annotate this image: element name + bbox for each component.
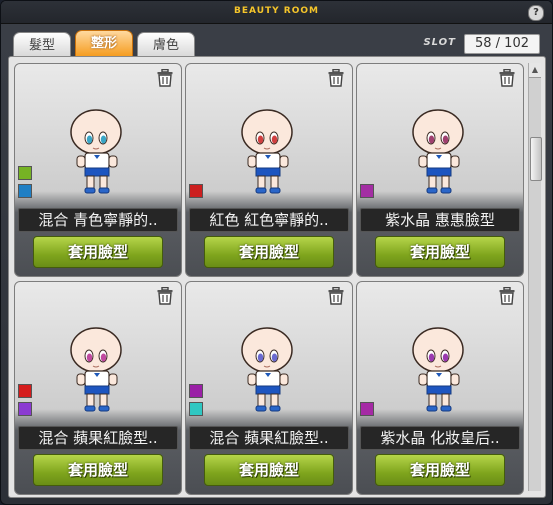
character-preview [412, 109, 464, 194]
color-swatch [189, 402, 203, 416]
color-swatch [18, 184, 32, 198]
face-name-label: 紫水晶 惠惠臉型 [360, 208, 520, 232]
window-title: BEAUTY ROOM [234, 6, 319, 16]
color-swatch [18, 384, 32, 398]
color-swatch [18, 402, 32, 416]
face-name-label: 混合 青色寧靜的.. [18, 208, 178, 232]
scroll-up-arrow[interactable]: ▲ [529, 63, 541, 78]
apply-face-button[interactable]: 套用臉型 [204, 454, 334, 486]
face-name-label: 混合 蘋果紅臉型.. [189, 426, 349, 450]
color-swatch [360, 184, 374, 198]
apply-face-button[interactable]: 套用臉型 [33, 236, 163, 268]
color-swatch [18, 166, 32, 180]
beauty-room-window: BEAUTY ROOM ? 髮型 整形 膚色 SLOT 58 / 102 混合 … [0, 0, 553, 505]
trash-icon[interactable] [157, 287, 173, 305]
apply-face-button[interactable]: 套用臉型 [375, 454, 505, 486]
character-preview [70, 109, 122, 194]
tab-hair[interactable]: 髮型 [13, 32, 71, 57]
character-preview [70, 327, 122, 412]
scroll-thumb[interactable] [530, 137, 542, 181]
face-card[interactable]: 混合 青色寧靜的.. 套用臉型 [14, 63, 182, 277]
apply-face-button[interactable]: 套用臉型 [375, 236, 505, 268]
slot-value: 58 / 102 [464, 34, 540, 54]
face-name-label: 混合 蘋果紅臉型.. [18, 426, 178, 450]
trash-icon[interactable] [328, 287, 344, 305]
face-card[interactable]: 紅色 紅色寧靜的.. 套用臉型 [185, 63, 353, 277]
trash-icon[interactable] [499, 287, 515, 305]
scrollbar[interactable]: ▲ [528, 63, 542, 491]
color-swatch [360, 402, 374, 416]
tab-skin[interactable]: 膚色 [137, 32, 195, 57]
tab-face[interactable]: 整形 [75, 30, 133, 57]
face-card[interactable]: 紫水晶 惠惠臉型套用臉型 [356, 63, 524, 277]
slot-label: SLOT [423, 37, 456, 48]
character-preview [241, 327, 293, 412]
face-card[interactable]: 混合 蘋果紅臉型.. 套用臉型 [14, 281, 182, 495]
color-swatch [189, 184, 203, 198]
character-preview [412, 327, 464, 412]
face-name-label: 紫水晶 化妝皇后.. [360, 426, 520, 450]
color-swatch [189, 384, 203, 398]
face-card[interactable]: 混合 蘋果紅臉型.. 套用臉型 [185, 281, 353, 495]
face-card[interactable]: 紫水晶 化妝皇后.. 套用臉型 [356, 281, 524, 495]
help-button[interactable]: ? [528, 5, 544, 21]
apply-face-button[interactable]: 套用臉型 [204, 236, 334, 268]
title-bar[interactable]: BEAUTY ROOM ? [1, 1, 552, 24]
apply-face-button[interactable]: 套用臉型 [33, 454, 163, 486]
trash-icon[interactable] [157, 69, 173, 87]
trash-icon[interactable] [499, 69, 515, 87]
character-preview [241, 109, 293, 194]
face-name-label: 紅色 紅色寧靜的.. [189, 208, 349, 232]
trash-icon[interactable] [328, 69, 344, 87]
